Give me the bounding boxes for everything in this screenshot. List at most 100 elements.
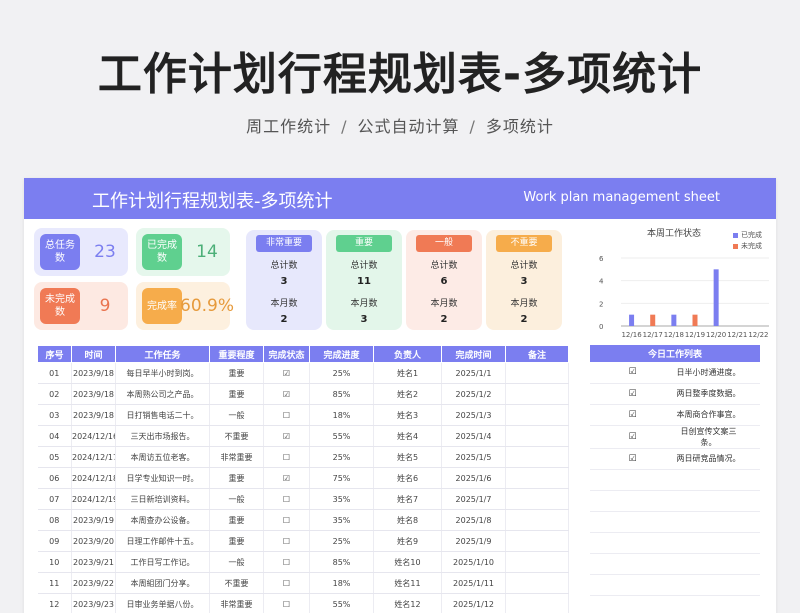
table-row[interactable]: 10 2023/9/21 工作日写工作记。 一般 ☐ 85% 姓名10 2025/1/10: [37, 551, 569, 573]
status-checkbox[interactable]: ☐: [263, 509, 310, 531]
table-cell: 三日新培训资料。: [115, 488, 210, 510]
table-cell: 2025/1/8: [441, 509, 506, 531]
table-cell: [505, 362, 569, 384]
todo-checkbox[interactable]: [590, 574, 675, 596]
todo-checkbox[interactable]: [590, 553, 675, 575]
status-checkbox[interactable]: ☑: [263, 467, 310, 489]
table-cell: 姓名9: [373, 530, 442, 552]
status-checkbox[interactable]: ☐: [263, 551, 310, 573]
table-cell: 日学专业知识一时。: [115, 467, 210, 489]
todo-checkbox[interactable]: ☑: [590, 448, 675, 470]
priority-tag: 不重要: [496, 235, 552, 252]
table-row[interactable]: 01 2023/9/18 每日早半小时到岗。 重要 ☑ 25% 姓名1 2025/1/1: [37, 362, 569, 384]
list-item[interactable]: ☑ 两日研竞品情况。: [590, 448, 760, 470]
status-checkbox[interactable]: ☐: [263, 404, 310, 426]
table-cell: 06: [37, 467, 72, 489]
table-cell: [505, 551, 569, 573]
table-cell: 2025/1/4: [441, 425, 506, 447]
table-cell: 重要: [209, 362, 264, 384]
status-checkbox[interactable]: ☑: [263, 383, 310, 405]
y-tick-label: 4: [599, 278, 604, 286]
table-row[interactable]: 03 2023/9/18 日打销售电话二十。 一般 ☐ 18% 姓名3 2025/1/3: [37, 404, 569, 426]
list-item[interactable]: ☑ 日半小时通进度。: [590, 362, 760, 384]
subtitle-item: 周工作统计: [246, 117, 332, 136]
list-item[interactable]: ☑ 日创宣传文案三条。: [590, 425, 760, 449]
table-cell: 2025/1/6: [441, 467, 506, 489]
table-row[interactable]: 06 2024/12/18 日学专业知识一时。 重要 ☑ 75% 姓名6 2025/1/6: [37, 467, 569, 489]
todo-text: 两日研竞品情况。: [675, 448, 760, 470]
list-item[interactable]: [590, 490, 760, 512]
table-row[interactable]: 12 2023/9/23 日审业务单据八份。 非常重要 ☐ 55% 姓名12 2025/1/1…: [37, 593, 569, 613]
x-tick-label: 12/18: [664, 331, 684, 339]
list-item[interactable]: [590, 511, 760, 533]
month-count-value: 2: [520, 314, 528, 325]
status-checkbox[interactable]: ☐: [263, 593, 310, 613]
done-value: 14: [196, 242, 218, 262]
column-header: 时间: [71, 345, 116, 363]
table-cell: 25%: [309, 530, 374, 552]
status-checkbox[interactable]: ☐: [263, 446, 310, 468]
list-item[interactable]: [590, 595, 760, 613]
todo-checkbox[interactable]: ☑: [590, 383, 675, 405]
table-row[interactable]: 04 2024/12/16 三天出市场报告。 不重要 ☑ 55% 姓名4 2025/1/4: [37, 425, 569, 447]
table-cell: [505, 425, 569, 447]
x-tick-label: 12/17: [643, 331, 663, 339]
column-header: 重要程度: [209, 345, 264, 363]
legend-item-undone: 未完成: [733, 241, 762, 252]
table-cell: 不重要: [209, 572, 264, 594]
done-tile: 已完成数 14: [136, 228, 230, 276]
status-checkbox[interactable]: ☑: [263, 425, 310, 447]
todo-checkbox[interactable]: ☑: [590, 425, 675, 449]
x-tick-label: 12/22: [748, 331, 768, 339]
list-item[interactable]: [590, 553, 760, 575]
table-row[interactable]: 02 2023/9/18 本周熟公司之产品。 重要 ☑ 85% 姓名2 2025/1/2: [37, 383, 569, 405]
y-tick-label: 6: [599, 255, 604, 263]
table-row[interactable]: 07 2024/12/19 三日新培训资料。 一般 ☐ 35% 姓名7 2025/1/7: [37, 488, 569, 510]
list-item[interactable]: [590, 532, 760, 554]
table-cell: 2025/1/9: [441, 530, 506, 552]
table-cell: 不重要: [209, 425, 264, 447]
legend-swatch: [733, 232, 738, 238]
list-item[interactable]: ☑ 本周商合作事宜。: [590, 404, 760, 426]
todo-checkbox[interactable]: ☑: [590, 404, 675, 426]
list-item[interactable]: [590, 574, 760, 596]
status-checkbox[interactable]: ☑: [263, 362, 310, 384]
table-row[interactable]: 11 2023/9/22 本周組团门分享。 不重要 ☐ 18% 姓名11 2025/1/11: [37, 572, 569, 594]
todo-checkbox[interactable]: [590, 595, 675, 613]
status-checkbox[interactable]: ☐: [263, 488, 310, 510]
table-cell: 2023/9/22: [71, 572, 116, 594]
table-row[interactable]: 08 2023/9/19 本周查办公设备。 重要 ☐ 35% 姓名8 2025/1/8: [37, 509, 569, 531]
list-item[interactable]: [590, 469, 760, 491]
table-cell: 姓名7: [373, 488, 442, 510]
todo-checkbox[interactable]: [590, 532, 675, 554]
table-cell: 三天出市场报告。: [115, 425, 210, 447]
todo-checkbox[interactable]: ☑: [590, 362, 675, 384]
undone-value: 9: [99, 296, 111, 316]
list-item[interactable]: ☑ 两日整季度数据。: [590, 383, 760, 405]
month-count-label: 本月数: [430, 299, 458, 309]
total-count-label: 总计数: [510, 261, 538, 271]
table-body: 01 2023/9/18 每日早半小时到岗。 重要 ☑ 25% 姓名1 2025/1/1 02 2…: [37, 362, 569, 613]
priority-tag: 非常重要: [256, 235, 312, 252]
table-row[interactable]: 09 2023/9/20 日理工作邮件十五。 重要 ☐ 25% 姓名9 2025/1/9: [37, 530, 569, 552]
table-cell: 2023/9/23: [71, 593, 116, 613]
legend-swatch: [733, 243, 738, 249]
table-cell: 2025/1/11: [441, 572, 506, 594]
status-checkbox[interactable]: ☐: [263, 572, 310, 594]
rate-value: 60.9%: [180, 296, 235, 316]
status-checkbox[interactable]: ☐: [263, 530, 310, 552]
table-cell: 02: [37, 383, 72, 405]
todo-checkbox[interactable]: [590, 490, 675, 512]
undone-label: 未完成数: [40, 288, 80, 324]
todo-checkbox[interactable]: [590, 511, 675, 533]
x-tick-label: 12/19: [685, 331, 705, 339]
todo-checkbox[interactable]: [590, 469, 675, 491]
x-tick-label: 12/20: [706, 331, 726, 339]
month-count-value: 3: [360, 314, 368, 325]
priority-tag: 一般: [416, 235, 472, 252]
table-cell: 2023/9/18: [71, 362, 116, 384]
table-cell: 05: [37, 446, 72, 468]
y-tick-label: 2: [599, 300, 603, 308]
table-cell: 2023/9/19: [71, 509, 116, 531]
table-row[interactable]: 05 2024/12/17 本周访五位老客。 非常重要 ☐ 25% 姓名5 2025/1/5: [37, 446, 569, 468]
